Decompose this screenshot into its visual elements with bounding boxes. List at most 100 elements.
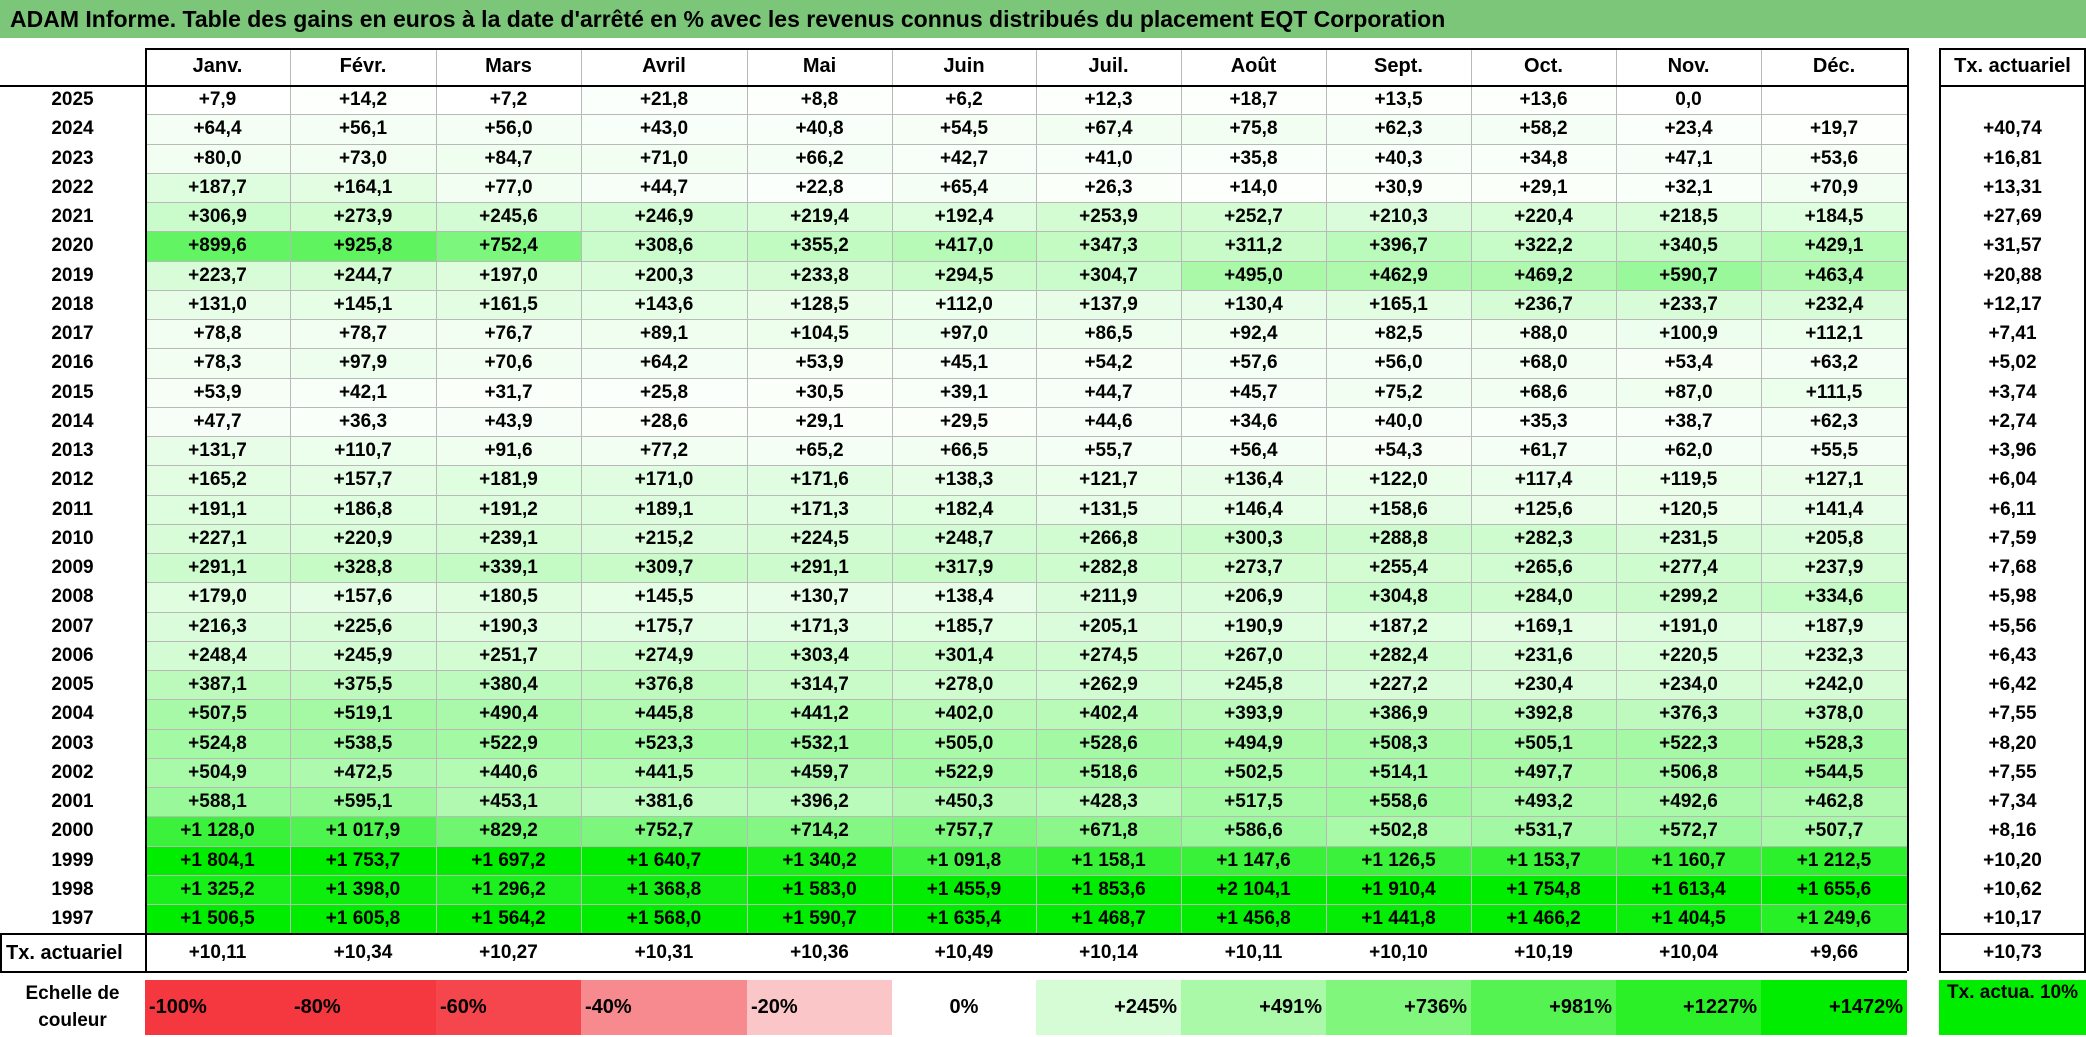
table-cell: +171,3 [747,494,892,524]
table-cell: +187,9 [1761,611,1907,641]
grid-line [145,436,1907,437]
rate-cell: +6,11 [1988,498,2037,520]
table-cell: +1 468,7 [1036,904,1181,934]
table-cell: +34,6 [1181,406,1326,436]
footer-label: Tx. actuariel [6,942,123,965]
rate-cell: +6,43 [1988,644,2037,666]
rate-cell: +40,74 [1983,118,2042,140]
year-label: 2015 [51,381,94,403]
table-cell: +75,8 [1181,114,1326,144]
grid-line [145,48,147,972]
table-cell: +239,1 [436,523,581,553]
table-cell: +1 153,7 [1471,845,1616,875]
table-cell: +30,5 [747,377,892,407]
table-cell: +8,8 [747,85,892,115]
table-cell: +186,8 [290,494,436,524]
table-cell: +273,9 [290,202,436,232]
table-cell: +31,7 [436,377,581,407]
table-cell: +187,2 [1326,611,1471,641]
table-cell: +300,3 [1181,523,1326,553]
table-cell: +62,3 [1761,406,1907,436]
rate-cell: +5,98 [1988,586,2037,608]
table-cell: +53,9 [145,377,290,407]
table-cell: +53,9 [747,348,892,378]
table-cell: +227,1 [145,523,290,553]
table-cell: +572,7 [1616,816,1761,846]
table-cell: +130,7 [747,582,892,612]
table-cell: +104,5 [747,319,892,349]
table-cell: +171,0 [581,465,747,495]
table-cell: +216,3 [145,611,290,641]
table-cell: +445,8 [581,699,747,729]
table-cell: +44,7 [581,172,747,202]
table-cell: +306,9 [145,202,290,232]
table-cell: +248,4 [145,640,290,670]
year-label: 2010 [51,527,94,549]
table-cell: +523,3 [581,728,747,758]
table-cell: +590,7 [1616,260,1761,290]
table-cell: +1 590,7 [747,904,892,934]
table-cell: +55,7 [1036,436,1181,466]
table-cell: +29,5 [892,406,1036,436]
month-header: Nov. [1667,55,1710,77]
table-cell: +145,5 [581,582,747,612]
grid-line [145,406,1907,408]
table-cell: +248,7 [892,523,1036,553]
table-cell: +1 160,7 [1616,845,1761,875]
table-cell: +56,0 [436,114,581,144]
table-cell: +97,9 [290,348,436,378]
rate-cell: +13,31 [1983,176,2042,198]
year-label: 2004 [51,703,94,725]
table-cell: +245,9 [290,640,436,670]
footer-cell: +10,49 [934,942,994,964]
table-cell: +43,0 [581,114,747,144]
month-header: Oct. [1524,55,1563,77]
grid-line [145,231,1907,233]
table-cell: +588,1 [145,787,290,817]
table-cell: +76,7 [436,319,581,349]
table-cell: +514,1 [1326,757,1471,787]
table-cell: +1 091,8 [892,845,1036,875]
table-cell: +70,6 [436,348,581,378]
table-cell: +334,6 [1761,582,1907,612]
table-cell: +47,7 [145,406,290,436]
table-cell: +231,6 [1471,640,1616,670]
rate-cell: +7,34 [1988,791,2037,812]
table-cell: +224,5 [747,523,892,553]
table-cell: +14,2 [290,85,436,115]
table-cell: +1 398,0 [290,874,436,904]
table-cell: +441,2 [747,699,892,729]
table-cell: +524,8 [145,728,290,758]
grid-line [290,48,291,934]
grid-line [145,377,1907,379]
color-scale-cell: 0% [892,980,1036,1035]
table-cell: +314,7 [747,670,892,700]
table-cell: +121,7 [1036,465,1181,495]
rate-cell: +16,81 [1983,147,2042,169]
table-cell: +184,5 [1761,202,1907,232]
table-cell: +63,2 [1761,348,1907,378]
table-cell: +68,6 [1471,377,1616,407]
rate-header: Tx. actuariel [1954,55,2071,77]
table-cell: +1 128,0 [145,816,290,846]
table-cell: +131,5 [1036,494,1181,524]
year-label: 2002 [51,761,94,783]
table-cell: +1 147,6 [1181,845,1326,875]
table-cell: +308,6 [581,231,747,261]
table-cell: +25,8 [581,377,747,407]
grid-line [145,845,1907,847]
year-label: 1998 [51,878,94,900]
table-cell: +182,4 [892,494,1036,524]
table-cell: +265,6 [1471,553,1616,583]
table-cell: +57,6 [1181,348,1326,378]
year-label: 2009 [51,557,94,578]
month-header: Févr. [339,55,387,77]
table-cell: +244,7 [290,260,436,290]
table-cell: +282,8 [1036,553,1181,583]
rate-cell: +8,20 [1988,732,2037,754]
table-cell: +189,1 [581,494,747,524]
year-label: 2019 [51,264,94,286]
table-cell: +829,2 [436,816,581,846]
table-cell: +117,4 [1471,465,1616,495]
table-cell: +246,9 [581,202,747,232]
